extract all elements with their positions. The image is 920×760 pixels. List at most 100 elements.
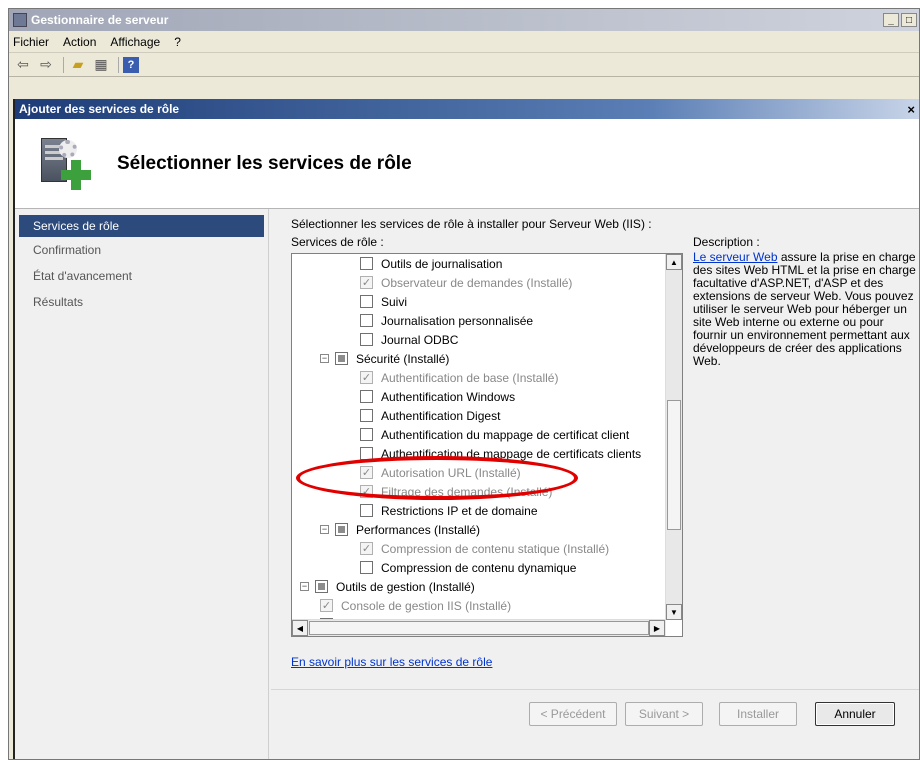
tree-row[interactable]: Compression de contenu dynamique: [292, 558, 666, 577]
step-role-services[interactable]: Services de rôle: [19, 215, 264, 237]
cancel-button[interactable]: Annuler: [815, 702, 895, 726]
server-manager-window: Gestionnaire de serveur _ □ Fichier Acti…: [8, 8, 920, 760]
minimize-button[interactable]: _: [883, 13, 899, 27]
description-label: Description :: [693, 235, 760, 249]
main-panel: Sélectionner les services de rôle à inst…: [271, 209, 919, 689]
horizontal-scroll-thumb[interactable]: [309, 621, 649, 635]
tree-checkbox[interactable]: ✓: [360, 371, 373, 384]
tree-row[interactable]: ✓ Authentification de base (Installé): [292, 368, 666, 387]
tree-row[interactable]: Restrictions IP et de domaine: [292, 501, 666, 520]
step-results[interactable]: Résultats: [15, 289, 264, 315]
tree-row-label: Observateur de demandes (Installé): [381, 275, 573, 290]
tree-checkbox[interactable]: [360, 409, 373, 422]
wizard-steps: Services de rôle Confirmation État d'ava…: [15, 209, 269, 759]
tree-checkbox[interactable]: ✓: [360, 276, 373, 289]
menu-view[interactable]: Affichage: [110, 35, 160, 49]
toolbar-separator: [118, 56, 119, 73]
tree-row-label: Authentification de base (Installé): [381, 370, 559, 385]
console-tree-icon[interactable]: ▦: [91, 56, 111, 74]
add-role-services-dialog: Ajouter des services de rôle × Sélection…: [13, 99, 919, 759]
tree-row-label: Outils de journalisation: [381, 256, 503, 271]
scroll-up-arrow-icon[interactable]: ▲: [666, 254, 682, 270]
tree-row-label: Journal ODBC: [381, 332, 459, 347]
tree-checkbox[interactable]: [360, 390, 373, 403]
collapse-icon[interactable]: −: [300, 582, 309, 591]
tree-row[interactable]: Suivi: [292, 292, 666, 311]
tree-row[interactable]: Authentification du mappage de certifica…: [292, 425, 666, 444]
next-button[interactable]: Suivant >: [625, 702, 703, 726]
back-arrow-icon[interactable]: ⇦: [13, 56, 33, 74]
tree-checkbox[interactable]: ✓: [360, 542, 373, 555]
dialog-close-button[interactable]: ×: [907, 102, 915, 117]
tree-checkbox[interactable]: [360, 314, 373, 327]
window-titlebar: Gestionnaire de serveur _ □: [9, 9, 919, 31]
collapse-icon[interactable]: −: [320, 525, 329, 534]
vertical-scroll-thumb[interactable]: [667, 400, 681, 530]
menu-help[interactable]: ?: [174, 35, 181, 49]
server-manager-icon: [13, 13, 27, 27]
description-text: Le serveur Web assure la prise en charge…: [693, 251, 917, 368]
horizontal-scrollbar[interactable]: ◀ ▶: [292, 619, 666, 636]
tree-row-label: Outils de gestion (Installé): [336, 579, 475, 594]
tree-checkbox[interactable]: [360, 504, 373, 517]
tree-checkbox[interactable]: [360, 257, 373, 270]
tree-checkbox[interactable]: [315, 580, 328, 593]
tree-row-label: Compression de contenu dynamique: [381, 560, 577, 575]
tree-row[interactable]: − Sécurité (Installé): [292, 349, 666, 368]
dialog-header: Sélectionner les services de rôle: [15, 119, 919, 209]
role-services-tree[interactable]: Outils de journalisation ✓ Observateur de …: [291, 253, 683, 637]
tree-checkbox[interactable]: ✓: [360, 466, 373, 479]
tree-row[interactable]: − Outils de gestion (Installé): [292, 577, 666, 596]
tree-checkbox[interactable]: ✓: [360, 485, 373, 498]
add-server-role-icon: [37, 136, 93, 192]
tree-checkbox[interactable]: [360, 561, 373, 574]
scroll-right-arrow-icon[interactable]: ▶: [649, 620, 665, 636]
tree-row-label: Journalisation personnalisée: [381, 313, 534, 328]
tree-row-label: Authentification du mappage de certifica…: [381, 427, 630, 442]
tree-checkbox[interactable]: [335, 352, 348, 365]
tree-row[interactable]: Journal ODBC: [292, 330, 666, 349]
menu-file[interactable]: Fichier: [13, 35, 49, 49]
tree-checkbox[interactable]: [360, 447, 373, 460]
up-folder-icon[interactable]: ▰: [68, 56, 88, 74]
help-icon[interactable]: ?: [123, 56, 139, 73]
tree-row[interactable]: ✓ Autorisation URL (Installé): [292, 463, 666, 482]
tree-checkbox[interactable]: [360, 333, 373, 346]
wizard-footer: < Précédent Suivant > Installer Annuler: [271, 689, 919, 759]
tree-row-label: Filtrage des demandes (Installé): [381, 484, 553, 499]
step-confirmation[interactable]: Confirmation: [15, 237, 264, 263]
tree-row[interactable]: ✓ Observateur de demandes (Installé): [292, 273, 666, 292]
tree-row[interactable]: Outils de journalisation: [292, 254, 666, 273]
tree-row[interactable]: ✓ Compression de contenu statique (Instal…: [292, 539, 666, 558]
dialog-title: Ajouter des services de rôle: [19, 102, 180, 116]
tree-row[interactable]: − Performances (Installé): [292, 520, 666, 539]
tree-checkbox[interactable]: [335, 523, 348, 536]
tree-checkbox[interactable]: ✓: [320, 599, 333, 612]
tree-row[interactable]: Authentification de mappage de certifica…: [292, 444, 666, 463]
instruction-text: Sélectionner les services de rôle à inst…: [291, 217, 652, 231]
step-progress[interactable]: État d'avancement: [15, 263, 264, 289]
tree-row[interactable]: Authentification Windows: [292, 387, 666, 406]
description-body: assure la prise en charge des sites Web …: [693, 250, 916, 368]
tree-row[interactable]: Journalisation personnalisée: [292, 311, 666, 330]
scroll-down-arrow-icon[interactable]: ▼: [666, 604, 682, 620]
dialog-titlebar: Ajouter des services de rôle ×: [15, 99, 919, 119]
web-server-link[interactable]: Le serveur Web: [693, 250, 778, 264]
tree-row-label: Autorisation URL (Installé): [381, 465, 521, 480]
scroll-left-arrow-icon[interactable]: ◀: [292, 620, 308, 636]
tree-row[interactable]: ✓ Filtrage des demandes (Installé): [292, 482, 666, 501]
install-button[interactable]: Installer: [719, 702, 797, 726]
previous-button[interactable]: < Précédent: [529, 702, 617, 726]
tree-row[interactable]: Authentification Digest: [292, 406, 666, 425]
tree-checkbox[interactable]: [360, 295, 373, 308]
learn-more-link[interactable]: En savoir plus sur les services de rôle: [291, 655, 492, 669]
collapse-icon[interactable]: −: [320, 354, 329, 363]
menu-action[interactable]: Action: [63, 35, 96, 49]
tree-row-label: Authentification de mappage de certifica…: [381, 446, 642, 461]
tree-row-label: Restrictions IP et de domaine: [381, 503, 538, 518]
tree-row[interactable]: ✓ Console de gestion IIS (Installé): [292, 596, 666, 615]
tree-checkbox[interactable]: [360, 428, 373, 441]
forward-arrow-icon[interactable]: ⇨: [36, 56, 56, 74]
vertical-scrollbar[interactable]: ▲ ▼: [665, 254, 682, 620]
maximize-button[interactable]: □: [901, 13, 917, 27]
